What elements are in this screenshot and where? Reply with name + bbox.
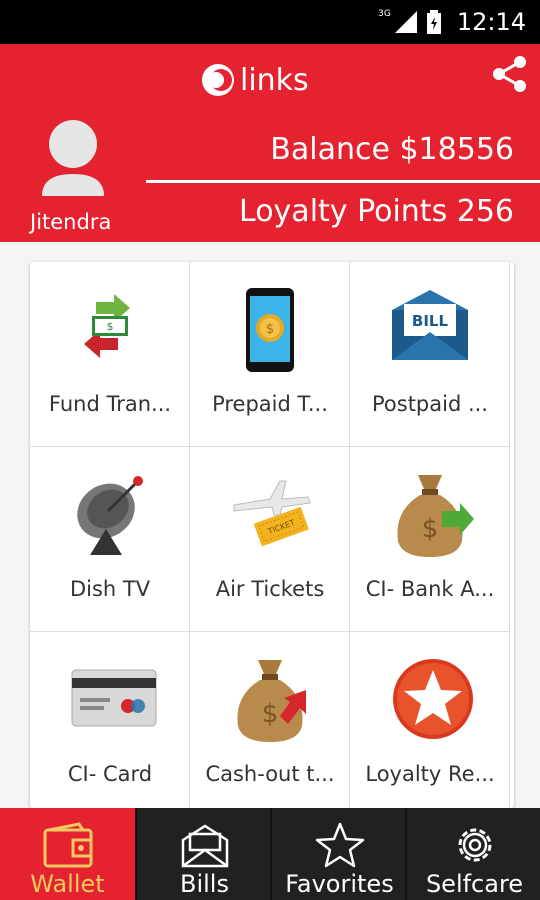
tab-label: Selfcare bbox=[425, 870, 524, 898]
bill-envelope-icon: BILL bbox=[392, 290, 468, 360]
tab-selfcare[interactable]: Selfcare bbox=[405, 808, 540, 900]
svg-text:$: $ bbox=[422, 514, 439, 544]
account-header: links Jitendra Balance $18556 Loyalty Po… bbox=[0, 44, 540, 242]
star-icon bbox=[315, 822, 365, 868]
service-air-tickets[interactable]: TICKET Air Tickets bbox=[190, 447, 350, 632]
gear-icon bbox=[458, 828, 492, 862]
services-grid: $ Fund Tran... $ Prepaid T... BILL Postp… bbox=[30, 262, 514, 808]
bottom-nav: Wallet Bills Favorites Selfcare bbox=[0, 808, 540, 900]
service-label: Prepaid T... bbox=[212, 392, 328, 416]
app-name: links bbox=[240, 62, 309, 98]
tab-bills[interactable]: Bills bbox=[135, 808, 270, 900]
money-bag-icon: $ bbox=[397, 475, 474, 557]
app-logo: links bbox=[200, 62, 309, 98]
clock: 12:14 bbox=[456, 8, 526, 36]
service-postpaid[interactable]: BILL Postpaid ... bbox=[350, 262, 510, 447]
wallet-icon bbox=[43, 822, 93, 868]
bill-envelope-icon bbox=[181, 824, 229, 868]
money-bag-arrow-icon: $ bbox=[237, 660, 306, 742]
tab-label: Bills bbox=[180, 870, 229, 898]
svg-text:BILL: BILL bbox=[412, 312, 449, 330]
service-label: Postpaid ... bbox=[371, 392, 488, 416]
status-bar: 3G 12:14 bbox=[0, 0, 540, 44]
star-badge-icon bbox=[393, 659, 473, 739]
tab-favorites[interactable]: Favorites bbox=[270, 808, 405, 900]
service-dish-tv[interactable]: Dish TV bbox=[30, 447, 190, 632]
service-label: CI- Bank A... bbox=[365, 577, 495, 601]
svg-text:$: $ bbox=[266, 322, 274, 337]
service-label: Cash-out t... bbox=[205, 762, 335, 786]
avatar-icon[interactable] bbox=[38, 118, 108, 198]
service-label: Fund Tran... bbox=[48, 392, 172, 416]
network-type: 3G bbox=[378, 9, 391, 19]
fund-transfer-icon: $ bbox=[84, 294, 130, 358]
tab-label: Wallet bbox=[30, 870, 105, 898]
airplane-ticket-icon: TICKET bbox=[233, 480, 311, 547]
svg-text:$: $ bbox=[107, 320, 114, 333]
battery-icon bbox=[426, 10, 441, 34]
service-loyalty-rewards[interactable]: Loyalty Re... bbox=[350, 632, 510, 808]
mobile-prepaid-icon: $ bbox=[246, 288, 294, 372]
logo-mark-icon bbox=[202, 64, 234, 96]
service-label: CI- Card bbox=[67, 762, 153, 786]
service-prepaid[interactable]: $ Prepaid T... bbox=[190, 262, 350, 447]
service-label: Loyalty Re... bbox=[365, 762, 495, 786]
service-ci-bank-account[interactable]: $ CI- Bank A... bbox=[350, 447, 510, 632]
satellite-dish-icon bbox=[77, 476, 143, 555]
tab-label: Favorites bbox=[285, 870, 394, 898]
service-fund-transfer[interactable]: $ Fund Tran... bbox=[30, 262, 190, 447]
loyalty-points: Loyalty Points 256 bbox=[239, 194, 514, 229]
credit-card-icon bbox=[71, 669, 157, 727]
tab-wallet[interactable]: Wallet bbox=[0, 808, 135, 900]
balance: Balance $18556 bbox=[270, 132, 514, 167]
svg-text:$: $ bbox=[262, 699, 279, 729]
service-label: Dish TV bbox=[69, 577, 151, 601]
share-icon[interactable] bbox=[490, 54, 530, 94]
service-cash-out[interactable]: $ Cash-out t... bbox=[190, 632, 350, 808]
signal-icon bbox=[394, 11, 417, 33]
service-ci-card[interactable]: CI- Card bbox=[30, 632, 190, 808]
service-label: Air Tickets bbox=[215, 577, 325, 601]
header-divider bbox=[146, 180, 540, 183]
user-name: Jitendra bbox=[30, 210, 112, 234]
